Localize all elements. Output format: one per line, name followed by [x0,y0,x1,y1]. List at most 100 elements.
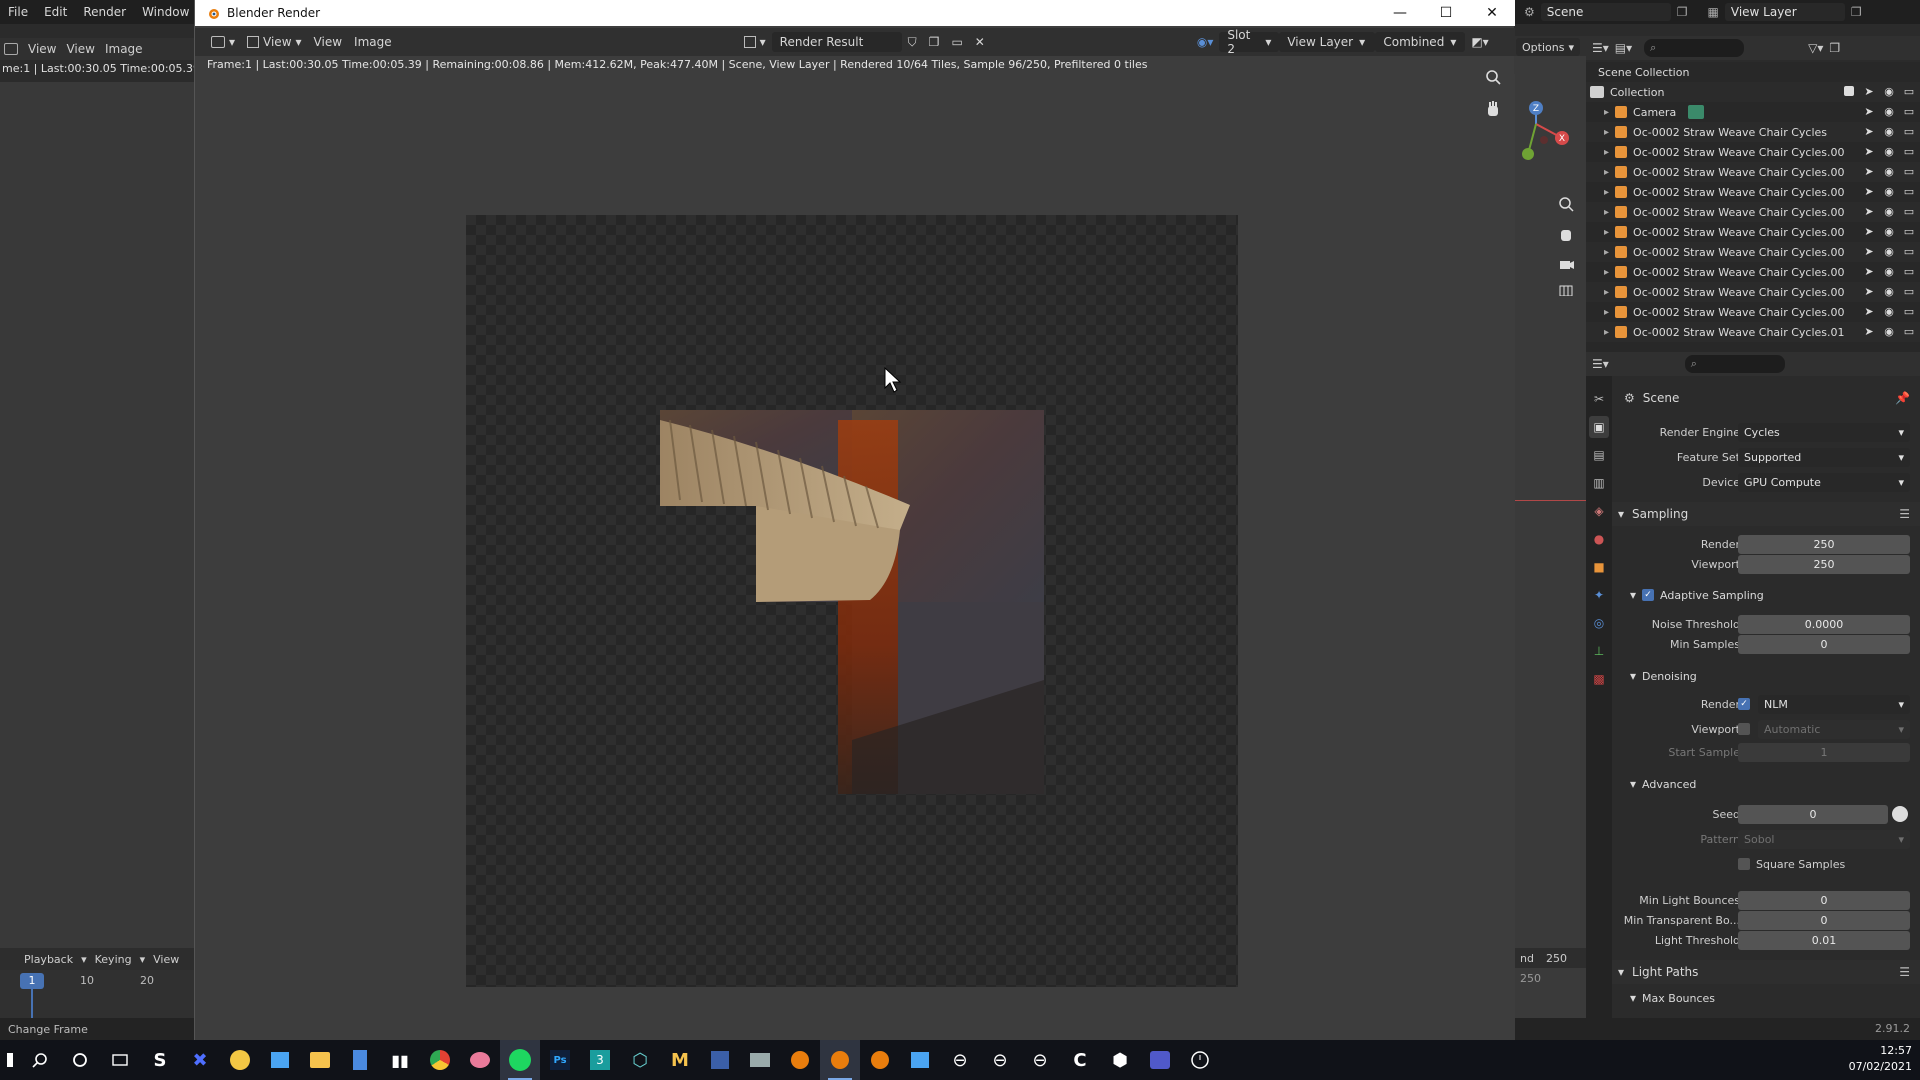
pin-icon[interactable]: 📌 [1895,391,1910,405]
eye-icon[interactable]: ◉ [1882,244,1896,258]
end-frame-field[interactable]: nd 250 [1514,948,1586,968]
network-app-icon[interactable] [740,1040,780,1080]
viewport-area[interactable]: Z X [1514,56,1586,1018]
search-icon[interactable] [20,1040,60,1080]
denoise-render-dropdown[interactable]: NLM ▾ [1758,694,1910,714]
eye-icon[interactable]: ◉ [1882,324,1896,338]
constraint-tab-icon[interactable]: ⊥ [1589,640,1609,662]
eye-icon[interactable]: ◉ [1882,304,1896,318]
monitor-icon[interactable]: ▭ [1902,144,1916,158]
outliner-object-row[interactable]: ▸ Oc-0002 Straw Weave Chair Cycles.00 ➤ ◉ ▭ [1586,142,1920,162]
checkbox-icon[interactable] [1842,84,1856,98]
word-like-icon[interactable] [700,1040,740,1080]
denoise-viewport-checkbox[interactable] [1738,723,1750,735]
overlay-toggle-icon[interactable]: ◉▾ [1191,32,1220,52]
blender-active-icon[interactable] [820,1040,860,1080]
blender-icon[interactable] [780,1040,820,1080]
chrome-icon[interactable] [420,1040,460,1080]
view-layer-selector[interactable]: View Layer [1724,3,1845,21]
new-scene-icon[interactable]: ❐ [1677,5,1688,19]
render-pass-dropdown[interactable]: Combined ▾ [1375,32,1466,52]
taskbar-clock[interactable]: 12:57 07/02/2021 [1849,1043,1912,1075]
select-arrow-icon[interactable]: ➤ [1862,104,1876,118]
max-bounces-header[interactable]: ▾ Max Bounces [1612,986,1920,1010]
options-button[interactable]: Options ▾ [1516,38,1580,56]
min-transparent-field[interactable]: 0 [1738,910,1910,930]
menu-view[interactable]: View [308,32,348,52]
display-channels-icon[interactable]: ◩▾ [1465,32,1494,52]
feature-set-dropdown[interactable]: Supported ▾ [1738,447,1910,467]
m-app-icon[interactable]: M [660,1040,700,1080]
eye-icon[interactable]: ◉ [1882,184,1896,198]
left-view-dropdown[interactable]: View [28,42,56,56]
denoise-viewport-dropdown[interactable]: Automatic ▾ [1758,719,1910,739]
light-paths-header[interactable]: ▾ Light Paths ☰ [1612,960,1920,984]
select-arrow-icon[interactable]: ➤ [1862,324,1876,338]
unity-like-icon[interactable]: ⊖ [940,1040,980,1080]
task-view-icon[interactable] [100,1040,140,1080]
display-mode-icon[interactable]: ▤▾ [1615,41,1632,55]
render-window-titlebar[interactable]: Blender Render — ☐ ✕ [195,0,1515,26]
spotify-icon[interactable] [500,1040,540,1080]
eye-icon[interactable]: ◉ [1882,224,1896,238]
eye-icon[interactable]: ◉ [1882,104,1896,118]
outliner-object-row[interactable]: ▸ Oc-0002 Straw Weave Chair Cycles.01 ➤ ◉ ▭ [1586,322,1920,342]
editor-type-icon[interactable] [4,43,18,55]
unlink-x-icon[interactable]: ✕ [969,32,991,52]
scene-tab-icon[interactable]: ◈ [1589,500,1609,522]
filter-icon[interactable]: ▽▾ [1808,41,1823,55]
sampling-viewport-field[interactable]: 250 [1738,554,1910,574]
select-arrow-icon[interactable]: ➤ [1862,144,1876,158]
maximize-button[interactable]: ☐ [1423,0,1469,26]
pattern-dropdown[interactable]: Sobol ▾ [1738,829,1910,849]
chart-app-icon[interactable]: ▮▮ [380,1040,420,1080]
adaptive-sampling-checkbox[interactable]: ✓ [1642,589,1655,601]
fake-user-shield-icon[interactable]: ⛉ [902,32,923,52]
cortana-icon[interactable] [60,1040,100,1080]
select-arrow-icon[interactable]: ➤ [1862,304,1876,318]
menu-edit[interactable]: Edit [36,5,75,19]
select-arrow-icon[interactable]: ➤ [1862,244,1876,258]
view-layer-tab-icon[interactable]: ▥ [1589,472,1609,494]
timeline-keying-menu[interactable]: Keying [95,953,132,966]
grid-icon[interactable] [1559,285,1573,296]
monitor-icon[interactable]: ▭ [1902,104,1916,118]
outliner-object-row[interactable]: ▸ Oc-0002 Straw Weave Chair Cycles.00 ➤ ◉ ▭ [1586,242,1920,262]
denoise-render-checkbox[interactable]: ✓ [1738,698,1750,710]
image-name-field[interactable]: Render Result [771,32,902,52]
outliner-object-row[interactable]: ▸ Oc-0002 Straw Weave Chair Cycles.00 ➤ ◉ ▭ [1586,222,1920,242]
select-arrow-icon[interactable]: ➤ [1862,184,1876,198]
select-arrow-icon[interactable]: ➤ [1862,124,1876,138]
outliner-object-row[interactable]: ▸ Oc-0002 Straw Weave Chair Cycles.00 ➤ ◉ ▭ [1586,302,1920,322]
adaptive-sampling-header[interactable]: ▾ ✓ Adaptive Sampling [1612,583,1920,607]
xcode-like-icon[interactable]: ✖ [180,1040,220,1080]
open-folder-icon[interactable]: ▭ [945,32,968,52]
outliner-object-row[interactable]: ▸ Oc-0002 Straw Weave Chair Cycles.00 ➤ ◉ ▭ [1586,202,1920,222]
render-engine-dropdown[interactable]: Cycles ▾ [1738,422,1910,442]
denoising-header[interactable]: ▾ Denoising [1612,664,1920,688]
outliner-object-row[interactable]: ▸ Oc-0002 Straw Weave Chair Cycles.00 ➤ ◉ ▭ [1586,162,1920,182]
expand-arrow-icon[interactable]: ▸ [1604,247,1609,258]
monitor-icon[interactable]: ▭ [1902,264,1916,278]
output-tab-icon[interactable]: ▤ [1589,444,1609,466]
navigation-gizmo[interactable]: Z X [1514,56,1586,296]
expand-arrow-icon[interactable]: ▸ [1604,267,1609,278]
teams-icon[interactable] [1140,1040,1180,1080]
device-dropdown[interactable]: GPU Compute ▾ [1738,472,1910,492]
duplicate-icon[interactable]: ❐ [923,32,946,52]
box-app-icon[interactable]: ⬡ [620,1040,660,1080]
expand-arrow-icon[interactable]: ▸ [1604,287,1609,298]
eye-icon[interactable]: ◉ [1882,144,1896,158]
expand-arrow-icon[interactable]: ▸ [1604,147,1609,158]
seed-field[interactable]: 0 [1738,804,1888,824]
select-arrow-icon[interactable]: ➤ [1862,284,1876,298]
eye-icon[interactable]: ◉ [1882,264,1896,278]
new-view-layer-icon[interactable]: ❐ [1851,5,1862,19]
monitor-icon[interactable]: ▭ [1902,324,1916,338]
monitor-icon[interactable]: ▭ [1902,204,1916,218]
menu-file[interactable]: File [0,5,36,19]
eye-icon[interactable]: ◉ [1882,84,1896,98]
monitor-icon[interactable]: ▭ [1902,164,1916,178]
select-arrow-icon[interactable]: ➤ [1862,264,1876,278]
unity-like-icon[interactable]: ⊖ [980,1040,1020,1080]
